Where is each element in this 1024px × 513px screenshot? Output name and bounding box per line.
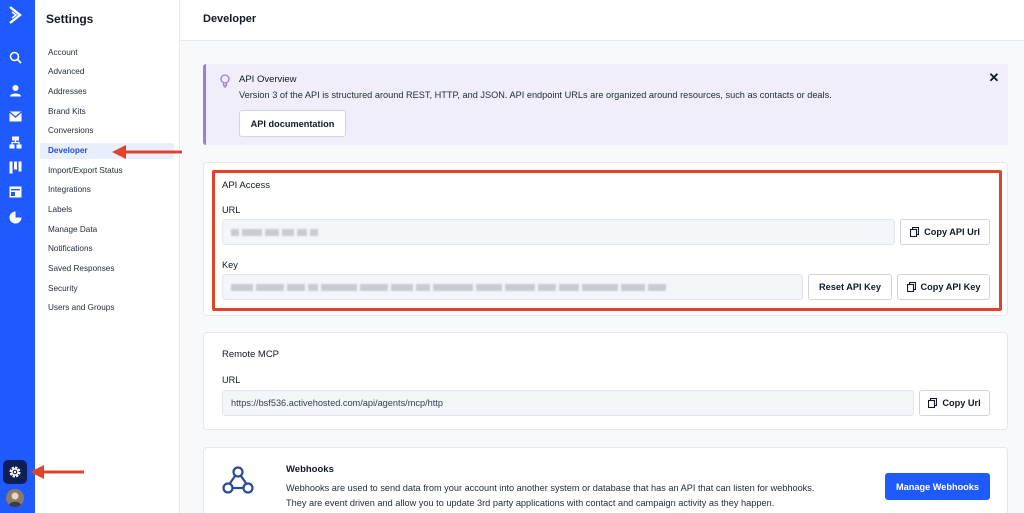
sidebar-item-conversions[interactable]: Conversions (40, 123, 174, 139)
webhooks-card: Webhooks Webhooks are used to send data … (203, 447, 1008, 513)
remote-mcp-card: Remote MCP URL https://bsf536.activehost… (203, 332, 1008, 430)
arrow-to-settings-icon (30, 465, 84, 479)
sidebar-item-import-export-status[interactable]: Import/Export Status (40, 163, 174, 179)
sidebar-item-security[interactable]: Security (40, 281, 174, 297)
settings-sidebar: Settings Account Advanced Addresses Bran… (35, 0, 180, 513)
sidebar-item-labels[interactable]: Labels (40, 202, 174, 218)
email-icon[interactable] (7, 108, 23, 124)
sidebar-item-addresses[interactable]: Addresses (40, 84, 174, 100)
site-icon[interactable] (7, 184, 23, 200)
manage-webhooks-button[interactable]: Manage Webhooks (885, 473, 990, 500)
webhooks-text-line2: They are event driven and allow you to u… (286, 498, 775, 508)
search-icon[interactable] (7, 49, 23, 65)
sidebar-title: Settings (46, 12, 94, 26)
webhooks-text-line1: Webhooks are used to send data from your… (286, 483, 815, 493)
page-title: Developer (203, 13, 257, 25)
api-overview-banner: API Overview Version 3 of the API is str… (203, 64, 1008, 145)
webhook-icon (221, 463, 255, 500)
close-icon[interactable]: ✕ (986, 70, 1002, 86)
sidebar-item-saved-responses[interactable]: Saved Responses (40, 261, 174, 277)
webhooks-title: Webhooks (286, 464, 334, 475)
sidebar-item-advanced[interactable]: Advanced (40, 64, 174, 80)
app-rail (0, 0, 35, 513)
pipelines-icon[interactable] (7, 159, 23, 175)
copy-icon (928, 398, 938, 408)
arrow-to-developer-icon (112, 145, 182, 159)
lightbulb-icon (220, 74, 230, 91)
gear-icon[interactable] (3, 460, 27, 484)
remote-mcp-title: Remote MCP (222, 349, 280, 360)
overview-text: Version 3 of the API is structured aroun… (239, 90, 832, 100)
overview-title: API Overview (239, 74, 297, 85)
activecampaign-logo-icon[interactable] (6, 6, 24, 24)
sidebar-item-integrations[interactable]: Integrations (40, 182, 174, 198)
copy-url-label: Copy Url (942, 398, 981, 408)
reports-icon[interactable] (7, 209, 23, 225)
mcp-url-label: URL (222, 375, 241, 385)
api-access-highlight (212, 170, 1002, 311)
contacts-icon[interactable] (7, 82, 23, 98)
copy-url-button[interactable]: Copy Url (919, 390, 990, 416)
sidebar-item-account[interactable]: Account (40, 45, 174, 61)
sidebar-item-notifications[interactable]: Notifications (40, 241, 174, 257)
sidebar-item-manage-data[interactable]: Manage Data (40, 222, 174, 238)
avatar[interactable] (6, 489, 24, 507)
api-documentation-button[interactable]: API documentation (239, 110, 346, 137)
sidebar-item-brand-kits[interactable]: Brand Kits (40, 104, 174, 120)
automations-icon[interactable] (7, 134, 23, 150)
page-header: Developer (181, 0, 1024, 41)
sidebar-item-users-and-groups[interactable]: Users and Groups (40, 300, 174, 316)
mcp-url-field[interactable]: https://bsf536.activehosted.com/api/agen… (222, 390, 914, 416)
